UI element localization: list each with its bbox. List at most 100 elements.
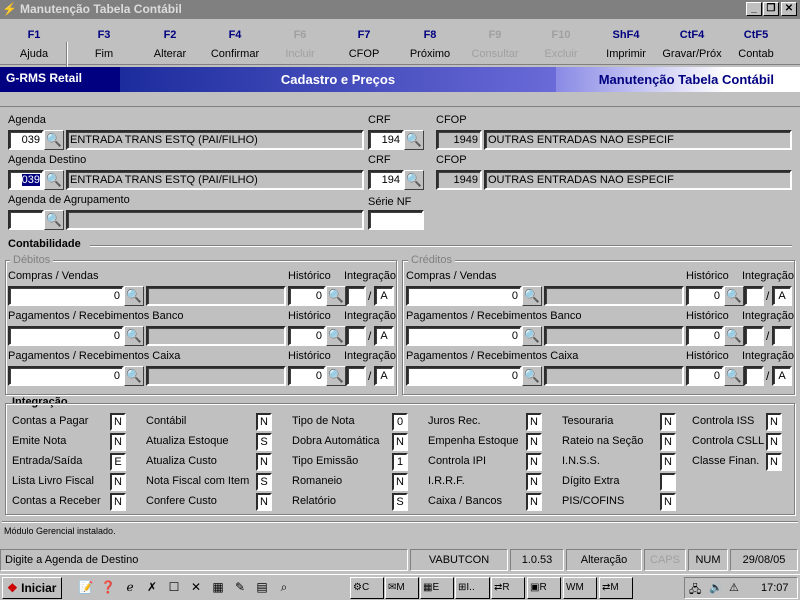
outlook-icon[interactable]: ☐ <box>166 579 182 595</box>
tray-volume-icon[interactable]: 🔊 <box>709 581 723 594</box>
serie-nf-input[interactable] <box>368 210 424 230</box>
debitos-row3-search-icon[interactable]: 🔍 <box>124 366 144 386</box>
debitos-row3-account-input[interactable]: 0 <box>8 366 124 386</box>
debitos-row1-historico-input[interactable]: 0 <box>288 286 326 306</box>
integracao-c6-r3-field[interactable]: N <box>766 453 782 471</box>
integracao-c3-r4-field[interactable]: N <box>392 473 408 491</box>
creditos-row2-historico-input[interactable]: 0 <box>686 326 724 346</box>
creditos-row3-account-input[interactable]: 0 <box>406 366 522 386</box>
integracao-c4-r2-field[interactable]: N <box>526 433 542 451</box>
creditos-row1-integracao1-input[interactable] <box>744 286 764 306</box>
integracao-c4-r3-field[interactable]: N <box>526 453 542 471</box>
taskbar-app-button[interactable]: WM <box>563 577 597 599</box>
integracao-c3-r2-field[interactable]: N <box>392 433 408 451</box>
creditos-row2-search-icon[interactable]: 🔍 <box>522 326 542 346</box>
debitos-row3-historico-search-icon[interactable]: 🔍 <box>326 366 346 386</box>
taskbar-app-button[interactable]: ▣R <box>527 577 561 599</box>
taskbar-app-button[interactable]: ⚙C <box>350 577 384 599</box>
creditos-row3-historico-input[interactable]: 0 <box>686 366 724 386</box>
debitos-row2-historico-search-icon[interactable]: 🔍 <box>326 326 346 346</box>
integracao-c1-r4-field[interactable]: N <box>110 473 126 491</box>
fkey-f2-button[interactable]: F2 Alterar <box>136 20 204 65</box>
fkey-f8-button[interactable]: F8 Próximo <box>396 20 464 65</box>
tray-security-icon[interactable]: ⚠ <box>729 581 739 594</box>
agrupamento-code-input[interactable] <box>8 210 44 230</box>
crf2-search-icon[interactable]: 🔍 <box>404 170 424 190</box>
integracao-c2-r4-field[interactable]: S <box>256 473 272 491</box>
debitos-row1-search-icon[interactable]: 🔍 <box>124 286 144 306</box>
debitos-row2-integracao2-input[interactable]: A <box>374 326 394 346</box>
tray-network-icon[interactable]: 🖧 <box>689 581 701 600</box>
clock[interactable]: 17:07 <box>761 582 789 594</box>
taskbar-app-button[interactable]: ✉M <box>385 577 419 599</box>
debitos-row2-historico-input[interactable]: 0 <box>288 326 326 346</box>
help-icon[interactable]: ❓ <box>100 579 116 595</box>
creditos-row2-integracao1-input[interactable] <box>744 326 764 346</box>
fkey-ctf4-button[interactable]: CtF4 Gravar/Próx <box>658 20 726 65</box>
fkey-f1-button[interactable]: F1 Ajuda <box>0 20 68 65</box>
creditos-row1-historico-search-icon[interactable]: 🔍 <box>724 286 744 306</box>
debitos-row2-search-icon[interactable]: 🔍 <box>124 326 144 346</box>
creditos-row3-integracao1-input[interactable] <box>744 366 764 386</box>
taskbar-app-button[interactable]: ▦E <box>420 577 454 599</box>
integracao-c2-r3-field[interactable]: N <box>256 453 272 471</box>
integracao-c3-r1-field[interactable]: 0 <box>392 413 408 431</box>
fkey-f3-button[interactable]: F3 Fim <box>70 20 138 65</box>
integracao-c3-r3-field[interactable]: 1 <box>392 453 408 471</box>
fkey-f4-button[interactable]: F4 Confirmar <box>201 20 269 65</box>
integracao-c4-r1-field[interactable]: N <box>526 413 542 431</box>
fkey-f7-button[interactable]: F7 CFOP <box>330 20 398 65</box>
integracao-c1-r5-field[interactable]: N <box>110 493 126 511</box>
integracao-c2-r2-field[interactable]: S <box>256 433 272 451</box>
integracao-c3-r5-field[interactable]: S <box>392 493 408 511</box>
agenda-destino-search-icon[interactable]: 🔍 <box>44 170 64 190</box>
integracao-c2-r5-field[interactable]: N <box>256 493 272 511</box>
maximize-button[interactable]: ❐ <box>763 2 779 16</box>
creditos-row2-historico-search-icon[interactable]: 🔍 <box>724 326 744 346</box>
integracao-c1-r2-field[interactable]: N <box>110 433 126 451</box>
fkey-f6-button[interactable]: F6 Incluir <box>266 20 334 65</box>
app-icon[interactable]: ⚡ <box>2 2 17 16</box>
debitos-row2-integracao1-input[interactable] <box>346 326 366 346</box>
debitos-row3-historico-input[interactable]: 0 <box>288 366 326 386</box>
creditos-row3-search-icon[interactable]: 🔍 <box>522 366 542 386</box>
agenda-code-input[interactable]: 039 <box>8 130 44 150</box>
integracao-c5-r4-field[interactable] <box>660 473 676 491</box>
creditos-row1-account-input[interactable]: 0 <box>406 286 522 306</box>
fkey-f10-button[interactable]: F10 Excluir <box>527 20 595 65</box>
taskbar-app-button[interactable]: ⊞I.. <box>455 577 490 599</box>
debitos-row3-integracao1-input[interactable] <box>346 366 366 386</box>
integracao-c5-r2-field[interactable]: N <box>660 433 676 451</box>
integracao-c4-r4-field[interactable]: N <box>526 473 542 491</box>
notepad-icon[interactable]: ▤ <box>254 579 270 595</box>
crf1-input[interactable]: 194 <box>368 130 404 150</box>
minimize-button[interactable]: _ <box>746 2 762 16</box>
integracao-c5-r5-field[interactable]: N <box>660 493 676 511</box>
integracao-c6-r1-field[interactable]: N <box>766 413 782 431</box>
creditos-row3-historico-search-icon[interactable]: 🔍 <box>724 366 744 386</box>
debitos-row1-historico-search-icon[interactable]: 🔍 <box>326 286 346 306</box>
creditos-row3-integracao2-input[interactable]: A <box>772 366 792 386</box>
creditos-row1-search-icon[interactable]: 🔍 <box>522 286 542 306</box>
integracao-c2-r1-field[interactable]: N <box>256 413 272 431</box>
debitos-row1-integracao2-input[interactable]: A <box>374 286 394 306</box>
integracao-c5-r1-field[interactable]: N <box>660 413 676 431</box>
debitos-row2-account-input[interactable]: 0 <box>8 326 124 346</box>
search-icon[interactable]: ⌕ <box>276 579 292 595</box>
agenda-destino-input[interactable]: 039 <box>8 170 44 190</box>
fkey-ctf5-button[interactable]: CtF5 Contab <box>722 20 790 65</box>
ie-icon[interactable]: ℯ <box>122 579 138 595</box>
excel-icon[interactable]: ✕ <box>188 579 204 595</box>
taskbar-app-button[interactable]: ⇄R <box>491 577 525 599</box>
debitos-row1-account-input[interactable]: 0 <box>8 286 124 306</box>
fkey-shf4-button[interactable]: ShF4 Imprimir <box>592 20 660 65</box>
creditos-row1-integracao2-input[interactable]: A <box>772 286 792 306</box>
crf2-input[interactable]: 194 <box>368 170 404 190</box>
integracao-c1-r1-field[interactable]: N <box>110 413 126 431</box>
fkey-f9-button[interactable]: F9 Consultar <box>461 20 529 65</box>
debitos-row1-integracao1-input[interactable] <box>346 286 366 306</box>
integracao-c5-r3-field[interactable]: N <box>660 453 676 471</box>
agrupamento-search-icon[interactable]: 🔍 <box>44 210 64 230</box>
taskbar-app-button[interactable]: ⇄M <box>599 577 633 599</box>
creditos-row2-integracao2-input[interactable] <box>772 326 792 346</box>
